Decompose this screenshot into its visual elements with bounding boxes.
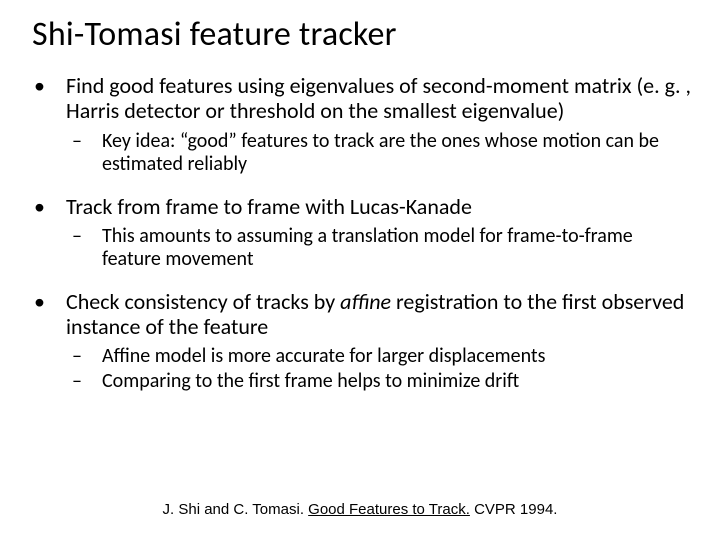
sub-bullet-marker: – [72,225,102,248]
citation: J. Shi and C. Tomasi. Good Features to T… [0,501,720,518]
sub-bullet-item: – Affine model is more accurate for larg… [72,345,692,368]
sub-bullet-marker: – [72,370,102,393]
slide: Shi-Tomasi feature tracker • Find good f… [0,0,720,540]
bullet-item: • Track from frame to frame with Lucas-K… [28,194,692,219]
bullet-text: Check consistency of tracks by affine re… [66,289,692,340]
sub-bullet-text: Comparing to the first frame helps to mi… [102,370,692,393]
sub-bullet-text: Affine model is more accurate for larger… [102,345,692,368]
bullet-item: • Find good features using eigenvalues o… [28,73,692,124]
bullet-marker: • [28,289,66,314]
sub-bullet-item: – Key idea: “good” features to track are… [72,130,692,176]
citation-suffix: CVPR 1994. [470,501,558,518]
citation-link[interactable]: Good Features to Track. [308,501,470,518]
sub-bullet-marker: – [72,345,102,368]
sub-bullet-marker: – [72,130,102,153]
bullet-marker: • [28,73,66,98]
sub-bullet-item: – This amounts to assuming a translation… [72,225,692,271]
sub-bullet-text: This amounts to assuming a translation m… [102,225,692,271]
bullet-marker: • [28,194,66,219]
citation-prefix: J. Shi and C. Tomasi. [163,501,309,518]
bullet-text: Track from frame to frame with Lucas-Kan… [66,194,692,219]
sub-bullet-item: – Comparing to the first frame helps to … [72,370,692,393]
bullet-text: Find good features using eigenvalues of … [66,73,692,124]
bullet-item: • Check consistency of tracks by affine … [28,289,692,340]
slide-title: Shi-Tomasi feature tracker [32,14,692,55]
sub-bullet-text: Key idea: “good” features to track are t… [102,130,692,176]
